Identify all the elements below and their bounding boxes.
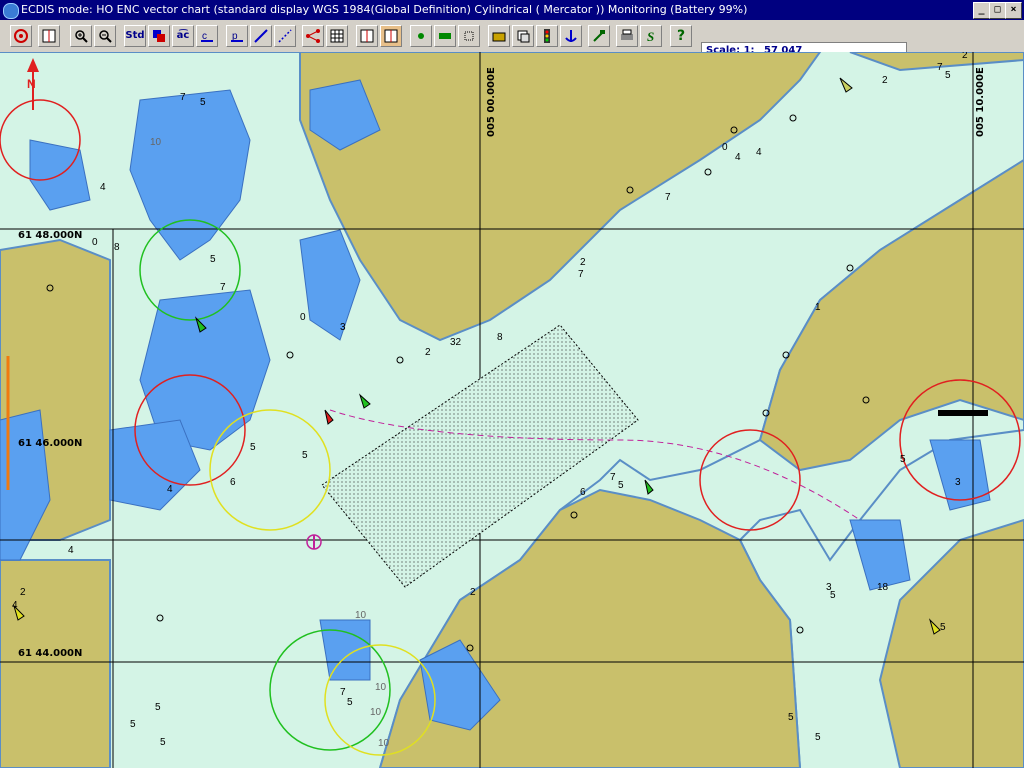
book-button[interactable] [38, 25, 60, 47]
minimize-button[interactable]: _ [973, 2, 990, 19]
svg-text:5: 5 [618, 480, 624, 491]
svg-text:7: 7 [180, 92, 186, 103]
svg-text:4: 4 [68, 545, 74, 556]
svg-text:7: 7 [578, 269, 584, 280]
svg-text:2: 2 [20, 587, 26, 598]
svg-text:5: 5 [830, 590, 836, 601]
svg-text:4: 4 [735, 152, 741, 163]
svg-text:10: 10 [370, 707, 382, 718]
fit-view-button[interactable] [458, 25, 480, 47]
svg-text:5: 5 [130, 719, 136, 730]
svg-text:7: 7 [220, 282, 226, 293]
svg-text:5: 5 [788, 712, 794, 723]
svg-text:2: 2 [882, 75, 888, 86]
globe-icon [3, 3, 19, 19]
svg-text:10: 10 [378, 738, 390, 749]
window-title: ECDIS mode: HO ENC vector chart (standar… [21, 3, 748, 16]
svg-text:0: 0 [92, 237, 98, 248]
svg-text:7: 7 [937, 62, 943, 73]
zoom-in-button[interactable] [70, 25, 92, 47]
svg-text:6: 6 [230, 477, 236, 488]
lat-label-46: 61 46.000N [18, 438, 83, 449]
svg-text:5: 5 [250, 442, 256, 453]
lon-label-500: 005 00.000E [486, 67, 497, 137]
nautical-chart[interactable]: N 7 5 10 408 570 3 2 32 827 704 417 522 756 … [0, 52, 1024, 768]
svg-text:5: 5 [815, 732, 821, 743]
zoom-out-button[interactable] [94, 25, 116, 47]
svg-text:10: 10 [150, 137, 162, 148]
svg-text:5: 5 [200, 97, 206, 108]
dot-button[interactable] [410, 25, 432, 47]
traffic-light-button[interactable] [536, 25, 558, 47]
print-button[interactable] [616, 25, 638, 47]
svg-text:8: 8 [497, 332, 503, 343]
standard-display-button[interactable]: Std [124, 25, 146, 47]
svg-text:4: 4 [167, 484, 173, 495]
help-button[interactable]: ? [670, 25, 692, 47]
maximize-button[interactable]: □ [989, 2, 1006, 19]
chart-canvas[interactable]: N 7 510 40 8 570 3232 827 704 417 522 756 … [0, 52, 1024, 768]
svg-text:10: 10 [355, 610, 367, 621]
svg-text:2: 2 [425, 347, 431, 358]
text-style-button[interactable]: c [196, 25, 218, 47]
svg-text:7: 7 [665, 192, 671, 203]
svg-text:8: 8 [114, 242, 120, 253]
svg-text:5: 5 [155, 702, 161, 713]
svg-text:N: N [27, 77, 36, 91]
svg-text:4: 4 [100, 182, 106, 193]
svg-text:4: 4 [756, 147, 762, 158]
svg-text:3: 3 [955, 477, 961, 488]
anchor-button[interactable] [560, 25, 582, 47]
share-button[interactable] [302, 25, 324, 47]
bridge-structure [938, 410, 988, 416]
route-button[interactable] [274, 25, 296, 47]
close-button[interactable]: × [1005, 2, 1022, 19]
draw-button[interactable] [250, 25, 272, 47]
svg-text:5: 5 [347, 697, 353, 708]
svg-text:32: 32 [450, 337, 462, 348]
pen-button[interactable]: p [226, 25, 248, 47]
svg-text:10: 10 [375, 682, 387, 693]
svg-text:6: 6 [580, 487, 586, 498]
svg-text:2: 2 [580, 257, 586, 268]
svg-text:5: 5 [900, 454, 906, 465]
svg-text:5: 5 [160, 737, 166, 748]
chart-book-active-button[interactable] [380, 25, 402, 47]
svg-text:5: 5 [210, 254, 216, 265]
svg-text:0: 0 [722, 142, 728, 153]
title-bar: ECDIS mode: HO ENC vector chart (standar… [0, 0, 1024, 20]
svg-text:2: 2 [470, 587, 476, 598]
settings-s-button[interactable]: S [640, 25, 662, 47]
layers-button[interactable] [148, 25, 170, 47]
stop-button[interactable] [10, 25, 32, 47]
lon-label-510: 005 10.000E [975, 67, 986, 137]
svg-text:5: 5 [945, 70, 951, 81]
hammer-button[interactable] [588, 25, 610, 47]
copy-button[interactable] [512, 25, 534, 47]
svg-text:S: S [647, 29, 654, 44]
lat-label-44: 61 44.000N [18, 648, 83, 659]
text-button[interactable]: a͡c [172, 25, 194, 47]
svg-text:7: 7 [340, 687, 346, 698]
grid-button[interactable] [326, 25, 348, 47]
svg-text:18: 18 [877, 582, 889, 593]
svg-text:5: 5 [302, 450, 308, 461]
svg-text:3: 3 [340, 322, 346, 333]
svg-text:2: 2 [962, 52, 968, 61]
svg-text:1: 1 [815, 302, 821, 313]
toolbar: Std a͡c c p S ? Scale: 1: 57 047 [0, 20, 1024, 60]
svg-text:7: 7 [610, 472, 616, 483]
svg-text:0: 0 [300, 312, 306, 323]
lat-label-48: 61 48.000N [18, 230, 83, 241]
chart-book-button[interactable] [356, 25, 378, 47]
vessel-button[interactable] [434, 25, 456, 47]
open-folder-button[interactable] [488, 25, 510, 47]
svg-text:5: 5 [940, 622, 946, 633]
